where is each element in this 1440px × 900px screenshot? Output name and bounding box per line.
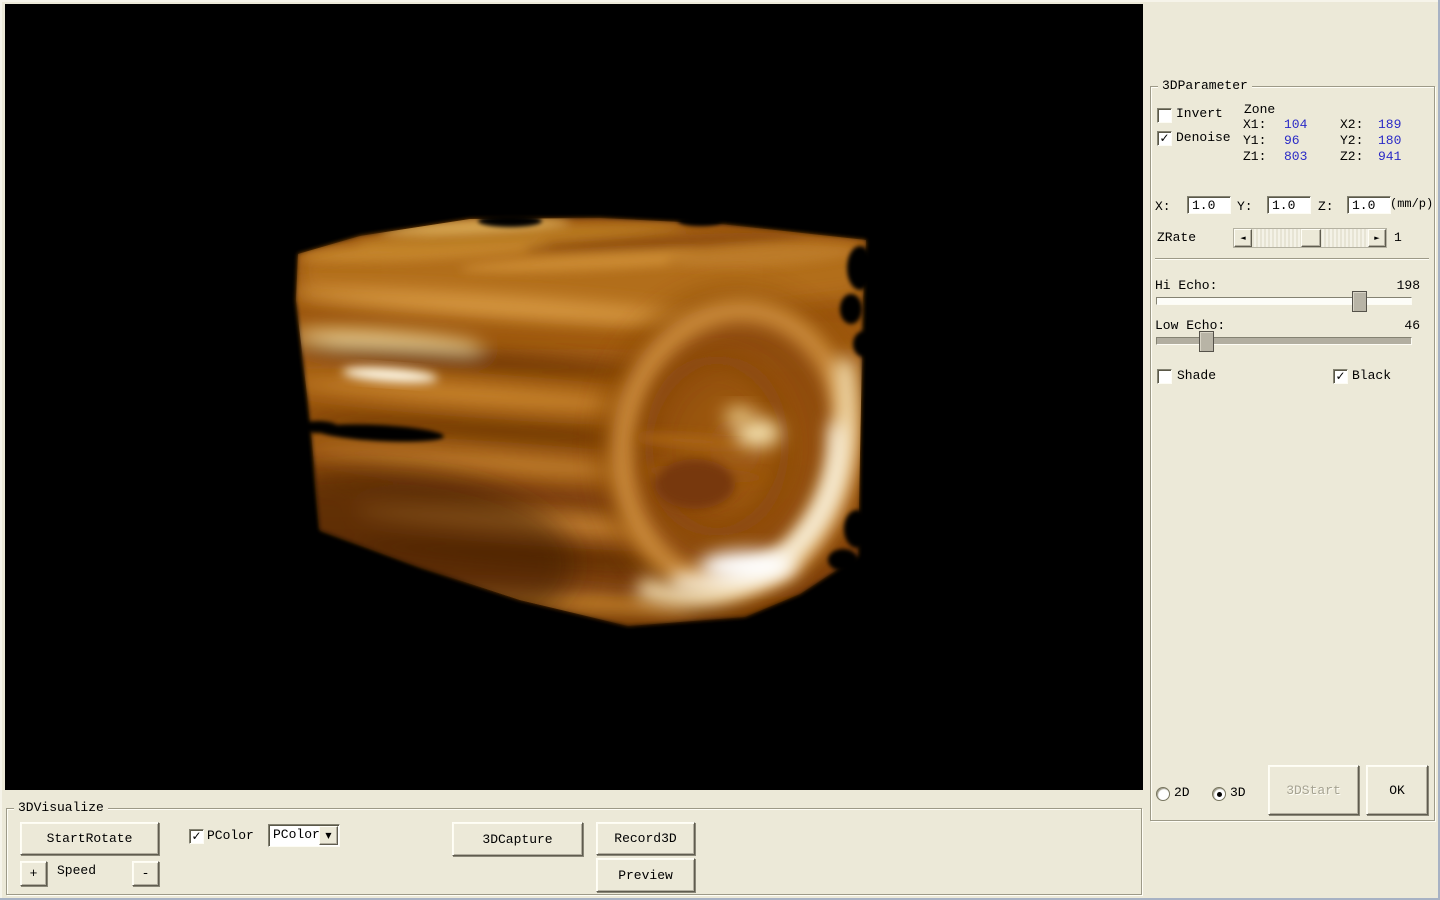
low-echo-slider[interactable] (1156, 331, 1410, 351)
app-window: 3DParameter Invert ✓ Denoise Zone X1: 10… (0, 0, 1440, 900)
zrate-scroll-thumb[interactable] (1301, 229, 1321, 247)
speed-minus-button[interactable]: - (132, 861, 159, 886)
zone-y2-value: 180 (1378, 133, 1401, 148)
zone-y1-value: 96 (1284, 133, 1300, 148)
hi-echo-track[interactable] (1156, 297, 1412, 305)
checkmark-icon: ✓ (191, 831, 201, 841)
zrate-scroll-right-button[interactable]: ► (1368, 229, 1386, 247)
scale-unit-label: (mm/p) (1390, 197, 1433, 211)
zone-x2-value: 189 (1378, 117, 1401, 132)
zone-z1-label: Z1: (1243, 149, 1266, 164)
x-scale-label: X: (1155, 199, 1171, 214)
mode-3d-label: 3D (1230, 785, 1246, 800)
capture-button[interactable]: 3DCapture (452, 822, 583, 856)
chevron-down-icon: ▼ (325, 831, 331, 840)
hi-echo-slider[interactable] (1156, 291, 1410, 311)
pcolor-label: PColor (207, 828, 254, 843)
zone-y1-label: Y1: (1243, 133, 1266, 148)
zrate-value: 1 (1394, 230, 1402, 245)
separator (1155, 258, 1429, 260)
start-rotate-button[interactable]: StartRotate (20, 822, 159, 855)
record3d-button[interactable]: Record3D (596, 822, 695, 855)
pcolor-dropdown-button[interactable]: ▼ (319, 826, 338, 845)
zone-z2-value: 941 (1378, 149, 1401, 164)
x-scale-input[interactable] (1187, 196, 1231, 214)
mode-2d-label: 2D (1174, 785, 1190, 800)
low-echo-track[interactable] (1156, 337, 1412, 345)
start3d-button[interactable]: 3DStart (1268, 765, 1359, 815)
zone-title: Zone (1244, 102, 1275, 117)
zone-z2-label: Z2: (1340, 149, 1363, 164)
zone-x2-label: X2: (1340, 117, 1363, 132)
black-label: Black (1352, 368, 1391, 383)
scroll-right-icon: ► (1374, 234, 1379, 242)
zrate-label: ZRate (1157, 230, 1196, 245)
radio-dot-icon (1217, 792, 1222, 797)
speed-plus-button[interactable]: + (20, 861, 47, 886)
invert-label: Invert (1176, 106, 1223, 121)
zrate-scroll-left-button[interactable]: ◄ (1234, 229, 1252, 247)
hi-echo-thumb[interactable] (1352, 291, 1367, 312)
ok-button[interactable]: OK (1366, 765, 1428, 815)
pcolor-dropdown[interactable]: PColor ▼ (268, 824, 340, 847)
black-checkbox[interactable]: ✓ (1333, 369, 1348, 384)
pcolor-dropdown-value: PColor (273, 827, 320, 842)
zrate-scrollbar[interactable]: ◄ ► (1233, 228, 1387, 248)
checkmark-icon: ✓ (1159, 133, 1169, 143)
mode-3d-radio[interactable] (1212, 787, 1226, 801)
denoise-label: Denoise (1176, 130, 1231, 145)
shade-label: Shade (1177, 368, 1216, 383)
visualize-group-title: 3DVisualize (14, 800, 108, 816)
zone-x1-value: 104 (1284, 117, 1307, 132)
parameter-group-title: 3DParameter (1158, 78, 1252, 94)
shade-checkbox[interactable] (1157, 369, 1172, 384)
pcolor-checkbox[interactable]: ✓ (189, 829, 204, 844)
y-scale-label: Y: (1237, 199, 1253, 214)
invert-checkbox[interactable] (1157, 108, 1172, 123)
z-scale-label: Z: (1318, 199, 1334, 214)
scroll-left-icon: ◄ (1240, 234, 1245, 242)
y-scale-input[interactable] (1267, 196, 1311, 214)
zone-y2-label: Y2: (1340, 133, 1363, 148)
zone-x1-label: X1: (1243, 117, 1266, 132)
render-viewport[interactable] (5, 4, 1143, 790)
speed-label: Speed (57, 863, 96, 878)
low-echo-thumb[interactable] (1199, 331, 1214, 352)
denoise-checkbox[interactable]: ✓ (1157, 131, 1172, 146)
zone-z1-value: 803 (1284, 149, 1307, 164)
z-scale-input[interactable] (1347, 196, 1391, 214)
mode-2d-radio[interactable] (1156, 787, 1170, 801)
preview-button[interactable]: Preview (596, 858, 695, 892)
volume-render-3d (5, 4, 1143, 790)
checkmark-icon: ✓ (1335, 371, 1345, 381)
